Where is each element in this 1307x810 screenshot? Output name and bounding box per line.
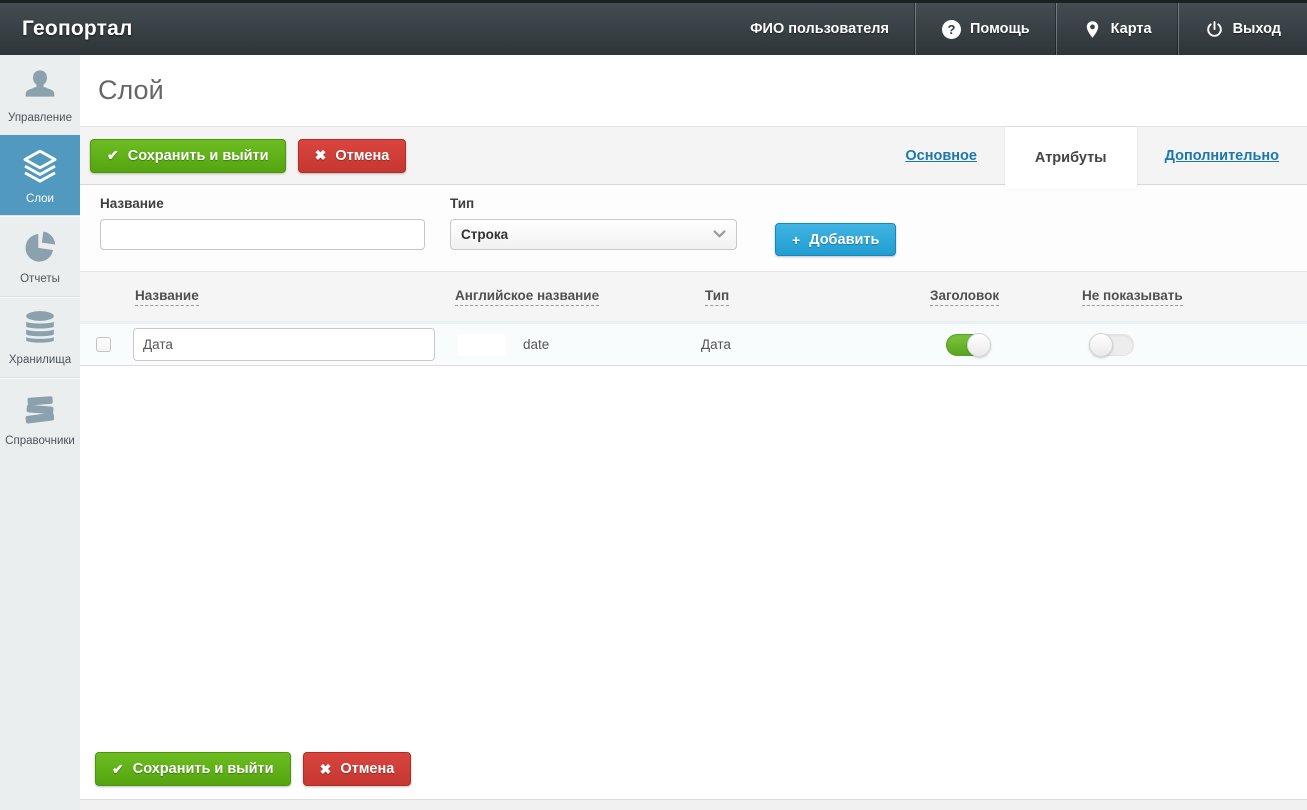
attribute-type-selected-value: Строка xyxy=(461,227,509,242)
toggle-knob xyxy=(1089,332,1113,357)
database-icon xyxy=(26,311,54,343)
brand-logo: Геопортал xyxy=(22,17,133,40)
row-cell-checkbox xyxy=(80,337,130,352)
tab-attributes[interactable]: Атрибуты xyxy=(1004,126,1137,189)
row-cell-hide-flag xyxy=(1077,332,1307,357)
add-attribute-button[interactable]: + Добавить xyxy=(775,223,897,256)
save-exit-label: Сохранить и выйти xyxy=(132,761,274,777)
sidebar-item-label: Управление xyxy=(8,112,72,124)
english-name-edit-placeholder xyxy=(458,333,506,356)
books-icon xyxy=(25,395,55,424)
tab-additional[interactable]: Дополнительно xyxy=(1137,148,1307,164)
type-field-label: Тип xyxy=(450,196,475,211)
header-flag-toggle[interactable] xyxy=(946,332,991,357)
sidebar: Управление Слои Отчеты Хранилища Справоч… xyxy=(0,55,80,810)
table-row: date Дата xyxy=(80,322,1307,366)
sort-header-english-name[interactable]: Английское название xyxy=(455,288,600,306)
plus-icon: + xyxy=(792,231,801,248)
row-checkbox[interactable] xyxy=(96,337,111,352)
cancel-label: Отмена xyxy=(340,761,395,777)
name-field-group: Название xyxy=(100,196,425,250)
pie-chart-icon xyxy=(25,231,56,262)
name-field-label: Название xyxy=(100,196,164,211)
row-cell-header-flag xyxy=(925,332,1077,357)
app-window: Геопортал ФИО пользователя ? Помощь Карт… xyxy=(0,0,1307,810)
row-cell-name xyxy=(130,328,450,361)
add-attribute-label: Добавить xyxy=(809,231,880,248)
sort-header-name[interactable]: Название xyxy=(135,288,199,306)
sidebar-item-directories[interactable]: Справочники xyxy=(0,376,80,458)
help-icon: ? xyxy=(941,19,961,39)
map-label: Карта xyxy=(1110,21,1152,37)
toggle-knob xyxy=(967,332,991,357)
main-content: Слой ✔ Сохранить и выйти ✖ Отмена Основн… xyxy=(80,55,1307,810)
logout-label: Выход xyxy=(1232,21,1281,37)
sort-header-header-flag[interactable]: Заголовок xyxy=(930,288,1000,306)
sidebar-item-reports[interactable]: Отчеты xyxy=(0,215,80,296)
user-icon xyxy=(25,70,55,97)
power-icon xyxy=(1206,20,1222,37)
sort-header-hide-flag[interactable]: Не показывать xyxy=(1082,288,1183,306)
footer-strip xyxy=(80,799,1307,810)
tab-bar: Основное Атрибуты Дополнительно xyxy=(877,126,1307,189)
sidebar-item-layers[interactable]: Слои xyxy=(0,134,80,216)
map-pin-icon xyxy=(1086,20,1098,38)
attribute-add-form: Название Тип Строка + Добавить xyxy=(80,185,1307,272)
cancel-label: Отмена xyxy=(335,147,390,164)
page-header: Слой xyxy=(80,55,1307,127)
header-cell-english-name: Английское название xyxy=(450,287,700,306)
cross-icon: ✖ xyxy=(319,760,332,777)
top-action-bar: ✔ Сохранить и выйти ✖ Отмена Основное Ат… xyxy=(80,126,1307,189)
page-title: Слой xyxy=(98,75,164,105)
row-cell-type: Дата xyxy=(700,336,925,354)
save-exit-button-bottom[interactable]: ✔ Сохранить и выйти xyxy=(95,752,291,786)
bottom-action-bar: ✔ Сохранить и выйти ✖ Отмена xyxy=(95,752,1307,786)
header-cell-header-flag: Заголовок xyxy=(925,287,1077,306)
help-menu-item[interactable]: ? Помощь xyxy=(914,3,1056,55)
row-type-value: Дата xyxy=(701,336,731,352)
save-exit-button-top[interactable]: ✔ Сохранить и выйти xyxy=(90,138,286,173)
hide-flag-toggle[interactable] xyxy=(1089,332,1134,357)
sidebar-item-label: Хранилища xyxy=(8,353,72,366)
cancel-button-bottom[interactable]: ✖ Отмена xyxy=(302,752,412,786)
user-fullname-label: ФИО пользователя xyxy=(750,21,889,37)
header-cell-type: Тип xyxy=(700,287,925,306)
type-field-group: Тип Строка xyxy=(450,196,737,250)
help-label: Помощь xyxy=(969,21,1030,37)
row-cell-english-name: date xyxy=(450,333,700,356)
cancel-button-top[interactable]: ✖ Отмена xyxy=(297,138,407,173)
attribute-name-input[interactable] xyxy=(100,219,425,250)
top-nav: ФИО пользователя ? Помощь Карта Выход xyxy=(724,3,1307,55)
map-menu-item[interactable]: Карта xyxy=(1055,3,1178,55)
cross-icon: ✖ xyxy=(314,147,327,163)
user-fullname-menu[interactable]: ФИО пользователя xyxy=(724,3,915,55)
sidebar-item-label: Справочники xyxy=(5,434,75,447)
sidebar-item-management[interactable]: Управление xyxy=(0,55,80,135)
chevron-down-icon xyxy=(713,230,726,238)
tab-main[interactable]: Основное xyxy=(877,148,1005,164)
sidebar-item-label: Отчеты xyxy=(20,273,60,286)
check-icon: ✔ xyxy=(107,147,119,163)
layers-icon xyxy=(23,149,57,183)
top-bar: Геопортал ФИО пользователя ? Помощь Карт… xyxy=(0,0,1307,55)
row-english-name-value: date xyxy=(523,337,550,352)
table-empty-area: ✔ Сохранить и выйти ✖ Отмена xyxy=(80,366,1307,799)
attribute-type-select[interactable]: Строка xyxy=(450,219,737,250)
sort-header-type[interactable]: Тип xyxy=(705,288,730,306)
check-icon: ✔ xyxy=(112,760,124,777)
save-exit-label: Сохранить и выйти xyxy=(127,147,269,164)
header-cell-hide-flag: Не показывать xyxy=(1077,287,1307,306)
logout-menu-item[interactable]: Выход xyxy=(1177,3,1307,55)
row-name-input[interactable] xyxy=(133,328,435,361)
sidebar-item-label: Слои xyxy=(26,192,54,205)
sidebar-item-storages[interactable]: Хранилища xyxy=(0,295,80,377)
header-cell-name: Название xyxy=(130,287,450,306)
attributes-table-header: Название Английское название Тип Заголов… xyxy=(80,272,1307,322)
